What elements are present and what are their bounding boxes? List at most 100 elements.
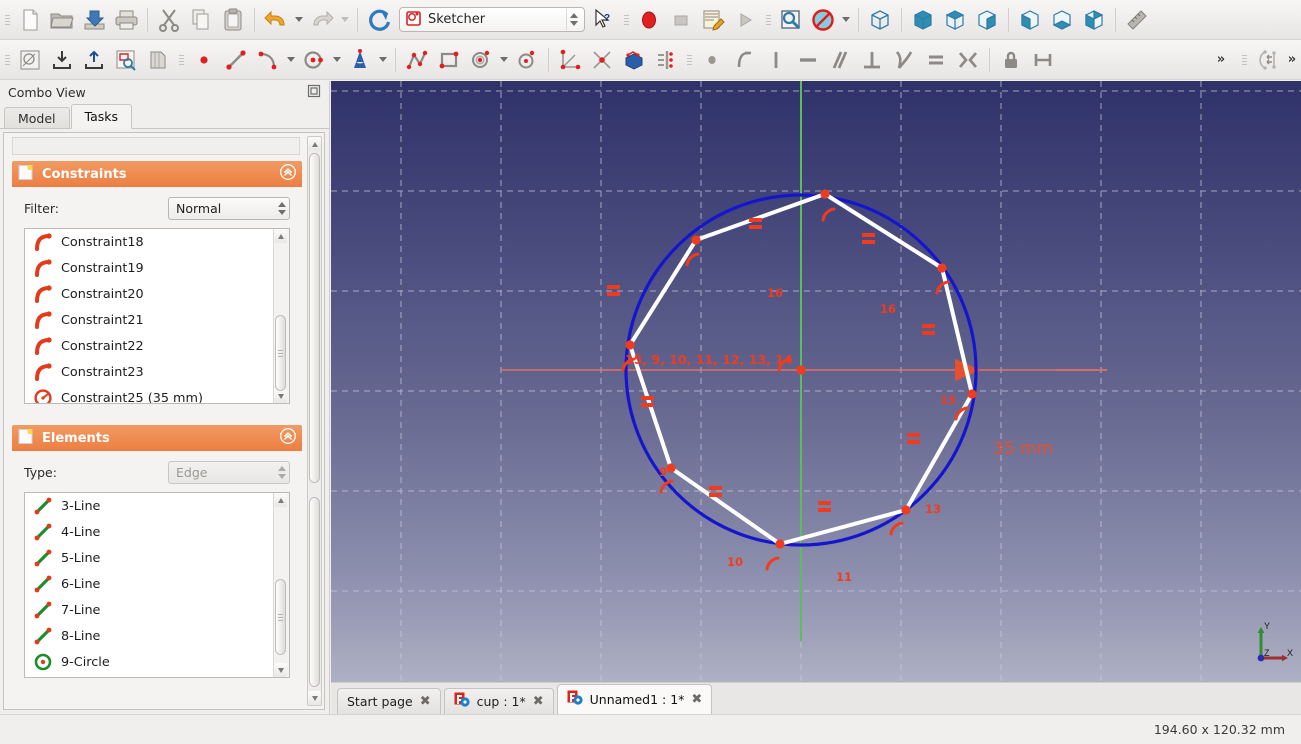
- polyline-tool-button[interactable]: [401, 44, 433, 76]
- macro-record-button[interactable]: [633, 4, 665, 36]
- whats-this-button[interactable]: ?: [587, 4, 619, 36]
- elements-type-select[interactable]: Edge: [168, 461, 290, 484]
- bottom-view-button[interactable]: [1046, 4, 1078, 36]
- scroll-down-arrow[interactable]: [274, 663, 287, 677]
- elements-header[interactable]: Elements: [12, 425, 302, 451]
- toolbar-grip[interactable]: [764, 9, 773, 31]
- left-view-button[interactable]: [1078, 4, 1110, 36]
- tasks-panel-scrollbar[interactable]: [307, 136, 322, 706]
- constraint-label[interactable]: 16: [880, 302, 896, 316]
- element-list-item[interactable]: 6-Line: [25, 571, 272, 597]
- print-button[interactable]: [110, 4, 142, 36]
- document-tab-start-page[interactable]: Start page ✖: [337, 688, 441, 714]
- scroll-up-arrow[interactable]: [274, 493, 287, 507]
- close-icon[interactable]: ✖: [691, 693, 702, 706]
- element-list-item[interactable]: 5-Line: [25, 545, 272, 571]
- polygon-tool-button[interactable]: [465, 44, 497, 76]
- scroll-thumb[interactable]: [309, 153, 320, 483]
- import-sketch-button[interactable]: [46, 44, 78, 76]
- chevron-up-double-icon[interactable]: [280, 428, 296, 448]
- constraints-filter-select[interactable]: Normal: [168, 197, 290, 220]
- tab-model[interactable]: Model: [4, 107, 70, 129]
- view-sketch-button[interactable]: [110, 44, 142, 76]
- 3d-viewport[interactable]: 16 16 15, 9, 10, 11, 12, 13, 14 15 9 13 …: [331, 81, 1301, 682]
- constraints-list[interactable]: Constraint18Constraint19Constraint20Cons…: [24, 228, 290, 404]
- constrain-block-button[interactable]: [618, 44, 650, 76]
- document-tab-unnamed1[interactable]: Unnamed1 : 1* ✖: [557, 684, 713, 714]
- constraint-list-item[interactable]: Constraint21: [25, 307, 272, 333]
- scroll-thumb-secondary[interactable]: [309, 497, 320, 687]
- constrain-symmetric-button[interactable]: [650, 44, 682, 76]
- macro-stop-button[interactable]: [665, 4, 697, 36]
- clone-constraint-button[interactable]: [1251, 44, 1283, 76]
- constrain-parallel-button[interactable]: [824, 44, 856, 76]
- right-view-button[interactable]: [971, 4, 1003, 36]
- draw-style-button[interactable]: [807, 4, 839, 36]
- constrain-arc-point-button[interactable]: [696, 44, 728, 76]
- element-list-item[interactable]: 9-Circle: [25, 649, 272, 675]
- paste-button[interactable]: [217, 4, 249, 36]
- scroll-down-arrow[interactable]: [274, 389, 287, 403]
- type-spinner[interactable]: [274, 462, 289, 483]
- elements-scrollbar[interactable]: [273, 493, 289, 677]
- element-list-item[interactable]: 4-Line: [25, 519, 272, 545]
- measure-button[interactable]: [1121, 4, 1153, 36]
- sketcher-tools-overflow-button[interactable]: »: [1205, 44, 1237, 76]
- constraint-label[interactable]: 11: [836, 570, 852, 584]
- toolbar-grip[interactable]: [3, 49, 12, 71]
- arc-dropdown-arrow[interactable]: [284, 44, 298, 76]
- undock-icon[interactable]: [307, 84, 321, 101]
- toolbar-overflow-button[interactable]: »: [1283, 44, 1301, 76]
- slot-tool-button[interactable]: [511, 44, 543, 76]
- scroll-thumb[interactable]: [275, 315, 286, 391]
- scroll-down-arrow[interactable]: [308, 691, 321, 705]
- constraint-label[interactable]: 9: [659, 465, 667, 479]
- macro-edit-button[interactable]: [697, 4, 729, 36]
- scroll-up-arrow[interactable]: [308, 137, 321, 151]
- constraint-list-item[interactable]: Constraint19: [25, 255, 272, 281]
- axonometric-view-button[interactable]: [864, 4, 896, 36]
- draw-style-dropdown-arrow[interactable]: [839, 4, 853, 36]
- conic-dropdown-arrow[interactable]: [376, 44, 390, 76]
- circle-tool-button[interactable]: [298, 44, 330, 76]
- undo-dropdown-arrow[interactable]: [292, 4, 306, 36]
- constrain-refraction-button[interactable]: [888, 44, 920, 76]
- front-view-button[interactable]: [907, 4, 939, 36]
- undo-button[interactable]: [260, 4, 292, 36]
- toolbar-grip[interactable]: [622, 9, 631, 31]
- workbench-spinner[interactable]: [566, 9, 581, 30]
- constrain-horiz-distance-button[interactable]: [1027, 44, 1059, 76]
- cut-button[interactable]: [153, 4, 185, 36]
- top-view-button[interactable]: [939, 4, 971, 36]
- constraint-label[interactable]: 16: [767, 286, 783, 300]
- tab-tasks[interactable]: Tasks: [71, 104, 133, 129]
- sketch-canvas[interactable]: [331, 81, 1301, 682]
- arc-tool-button[interactable]: [252, 44, 284, 76]
- constrain-coincident-button[interactable]: [554, 44, 586, 76]
- rear-view-button[interactable]: [1014, 4, 1046, 36]
- constrain-distance-button[interactable]: [952, 44, 984, 76]
- document-tab-cup[interactable]: cup : 1* ✖: [444, 688, 554, 714]
- constraint-list-item[interactable]: Constraint23: [25, 359, 272, 385]
- constrain-perpendicular-button[interactable]: [856, 44, 888, 76]
- close-icon[interactable]: ✖: [420, 695, 431, 708]
- elements-list[interactable]: 3-Line4-Line5-Line6-Line7-Line8-Line9-Ci…: [24, 492, 290, 678]
- redo-button[interactable]: [306, 4, 338, 36]
- new-sketch-button[interactable]: [14, 44, 46, 76]
- refresh-button[interactable]: [363, 4, 395, 36]
- toolbar-grip[interactable]: [177, 49, 186, 71]
- diameter-dimension-label[interactable]: 35 mm: [993, 439, 1053, 459]
- conic-tool-button[interactable]: [344, 44, 376, 76]
- constraint-label[interactable]: 10: [727, 555, 743, 569]
- constrain-point-on-object-button[interactable]: [586, 44, 618, 76]
- new-file-button[interactable]: [14, 4, 46, 36]
- toolbar-grip[interactable]: [1240, 49, 1249, 71]
- chevron-up-double-icon[interactable]: [280, 164, 296, 184]
- close-icon[interactable]: ✖: [533, 695, 544, 708]
- point-tool-button[interactable]: [188, 44, 220, 76]
- save-file-button[interactable]: [78, 4, 110, 36]
- toolbar-grip[interactable]: [3, 9, 12, 31]
- constraint-list-item[interactable]: Constraint20: [25, 281, 272, 307]
- element-list-item[interactable]: 7-Line: [25, 597, 272, 623]
- constraint-list-item[interactable]: Constraint22: [25, 333, 272, 359]
